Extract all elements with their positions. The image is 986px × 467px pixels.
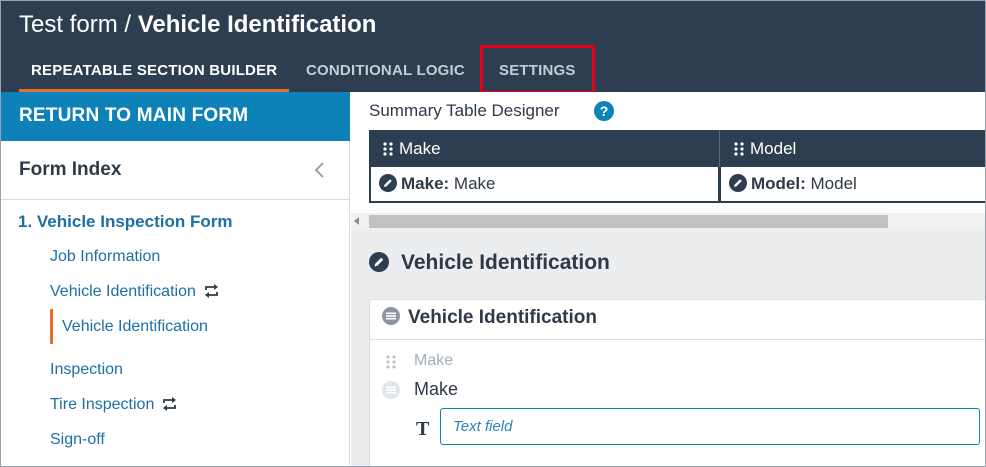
chevron-left-icon[interactable] (313, 161, 327, 179)
scroll-left-arrow-icon[interactable] (354, 217, 359, 225)
return-to-main-form-button[interactable]: RETURN TO MAIN FORM (1, 92, 350, 141)
sidebar-item-vehicle-identification[interactable]: Vehicle Identification (50, 283, 219, 301)
sidebar-item-inspection[interactable]: Inspection (50, 361, 123, 379)
pencil-icon[interactable] (379, 174, 397, 192)
section-title-text: Vehicle Identification (401, 251, 610, 274)
cell-value: Model (805, 174, 857, 193)
summary-table-designer: Summary Table Designer ? Make Model Make… (351, 92, 985, 230)
section-menu-icon[interactable] (382, 307, 400, 325)
sidebar-item-vehicle-inspection-form[interactable]: 1. Vehicle Inspection Form (18, 212, 232, 232)
tab-repeatable-section-builder[interactable]: REPEATABLE SECTION BUILDER (19, 57, 290, 92)
text-field-input[interactable]: Text field (440, 408, 980, 445)
tab-label: REPEATABLE SECTION BUILDER (31, 62, 278, 79)
text-type-icon: T (416, 418, 430, 440)
summary-cell-make[interactable]: Make: Make (369, 167, 720, 203)
app-window: Test form / Vehicle Identification REPEA… (0, 0, 986, 467)
help-icon[interactable]: ? (594, 101, 614, 121)
tab-conditional-logic[interactable]: CONDITIONAL LOGIC (306, 57, 465, 92)
sidebar-item-label: Tire Inspection (50, 396, 155, 413)
drag-handle-icon[interactable] (386, 355, 396, 369)
sidebar-item-label: Vehicle Identification (50, 283, 196, 300)
section-card-title: Vehicle Identification (382, 307, 597, 329)
drag-handle-icon[interactable] (734, 142, 744, 156)
sidebar-item-sign-off[interactable]: Sign-off (50, 431, 105, 449)
header-bar: Test form / Vehicle Identification REPEA… (1, 1, 985, 94)
page-title-bold: Vehicle Identification (137, 11, 377, 38)
cell-value: Make (449, 174, 496, 193)
sidebar-item-job-information[interactable]: Job Information (50, 248, 160, 266)
cell-label: Model: (751, 174, 806, 193)
pencil-icon[interactable] (729, 174, 747, 192)
form-index-title: Form Index (19, 159, 122, 180)
section-title: Vehicle Identification (369, 251, 610, 275)
column-header-model[interactable]: Model (719, 130, 985, 167)
column-header-label: Model (750, 139, 797, 158)
repeat-icon (163, 397, 177, 411)
active-item-indicator (50, 309, 53, 344)
settings-highlight-box (480, 45, 595, 94)
column-header-label: Make (399, 139, 441, 158)
section-card-header: Vehicle Identification (370, 300, 985, 340)
field-menu-icon[interactable] (382, 381, 400, 399)
sidebar-item-tire-inspection[interactable]: Tire Inspection (50, 396, 177, 414)
form-index-sidebar: RETURN TO MAIN FORM Form Index 1. Vehicl… (1, 92, 350, 466)
summary-cell-model[interactable]: Model: Model (719, 167, 985, 203)
field-label: Make (414, 379, 459, 399)
page-title: Test form / Vehicle Identification (19, 11, 376, 39)
section-card-title-text: Vehicle Identification (408, 307, 597, 328)
page-title-prefix: Test form / (19, 11, 138, 38)
sidebar-item-vehicle-identification-section[interactable]: Vehicle Identification (62, 318, 208, 336)
repeat-icon (204, 284, 218, 298)
form-index-header: Form Index (1, 141, 349, 200)
pencil-icon[interactable] (369, 252, 389, 272)
field-placeholder-label: Make (414, 352, 454, 369)
cell-label: Make: (401, 174, 450, 193)
column-header-make[interactable]: Make (369, 130, 719, 167)
scrollbar-thumb[interactable] (369, 215, 888, 228)
summary-table-designer-title: Summary Table Designer (369, 101, 560, 120)
drag-handle-icon[interactable] (383, 142, 393, 156)
main-panel: Summary Table Designer ? Make Model Make… (351, 92, 985, 466)
horizontal-scrollbar[interactable] (351, 213, 985, 230)
section-card: Vehicle Identification Make Make T Text … (369, 299, 985, 466)
tab-label: CONDITIONAL LOGIC (306, 62, 465, 79)
